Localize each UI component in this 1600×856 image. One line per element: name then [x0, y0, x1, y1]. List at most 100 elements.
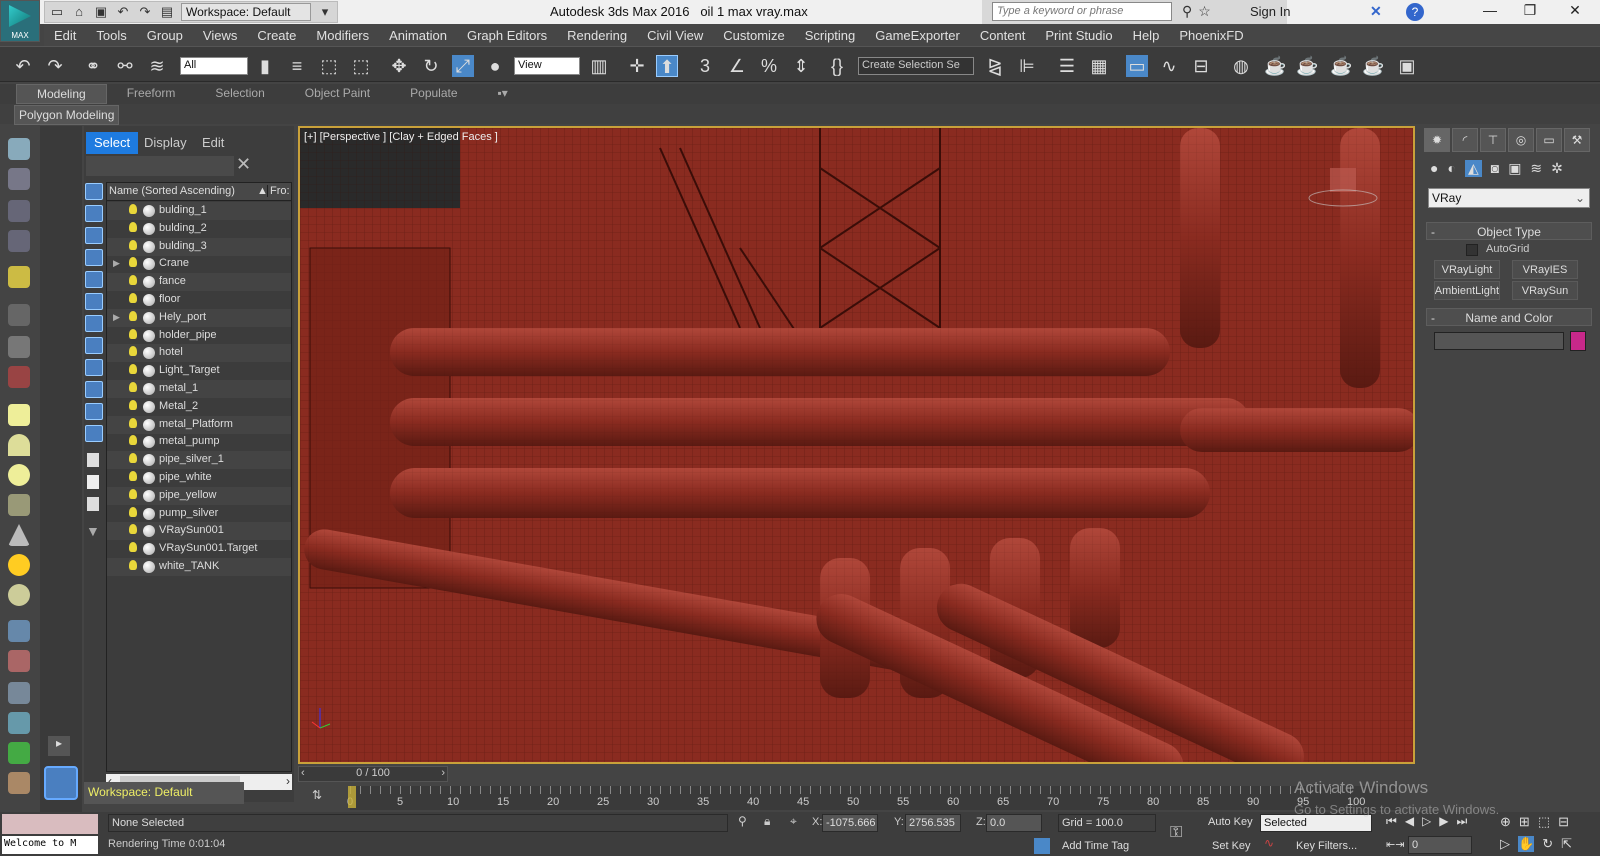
tangent-icon[interactable]: ∿ — [1264, 836, 1274, 850]
window-crossing-icon[interactable]: ⬚ — [350, 55, 372, 77]
maximize-viewport-icon[interactable]: ⇱ — [1561, 836, 1572, 852]
expand-arrow-icon[interactable]: ▸ — [48, 736, 70, 756]
explorer-row[interactable]: Light_Target — [107, 362, 291, 380]
maximize-button[interactable]: ❐ — [1510, 2, 1550, 22]
z-coordinate-field[interactable]: 0.0 — [986, 814, 1042, 832]
lights-category-icon[interactable]: ◭ — [1464, 160, 1482, 177]
camera-moon-icon[interactable] — [8, 336, 30, 358]
polygon-modeling-panel[interactable]: Polygon Modeling — [14, 105, 120, 125]
menu-help[interactable]: Help — [1123, 28, 1170, 43]
tab-freeform[interactable]: Freeform — [107, 84, 196, 104]
ribbon-options-icon[interactable]: ▪▾ — [478, 84, 528, 104]
object-color-swatch[interactable] — [1570, 331, 1586, 351]
time-slider[interactable]: ‹ 0 / 100 › — [298, 766, 448, 782]
filter-lights-icon[interactable] — [85, 227, 103, 244]
select-by-name-icon[interactable]: ≡ — [286, 55, 308, 77]
expand-icon[interactable]: ▶ — [113, 312, 120, 323]
keyboard-shortcut-override-icon[interactable]: ⬆ — [656, 55, 678, 77]
menu-tools[interactable]: Tools — [86, 28, 136, 43]
explorer-row[interactable]: fance — [107, 273, 291, 292]
column-name-header[interactable]: Name (Sorted Ascending) — [109, 185, 235, 197]
undo-icon[interactable]: ↶ — [115, 4, 131, 20]
tab-populate[interactable]: Populate — [390, 84, 477, 104]
display-none-icon[interactable] — [87, 475, 99, 489]
rendered-frame-window-icon[interactable]: ☕ — [1296, 55, 1318, 77]
visibility-bulb-icon[interactable] — [129, 435, 137, 446]
selection-lock-icon[interactable]: 🔒︎ — [764, 814, 770, 829]
select-object-icon[interactable]: ▮ — [254, 55, 276, 77]
menu-create[interactable]: Create — [247, 28, 306, 43]
material-editor-icon[interactable]: ◍ — [1230, 55, 1252, 77]
menu-edit[interactable]: Edit — [44, 28, 86, 43]
filter-funnel-icon[interactable]: ▼ — [86, 523, 100, 539]
object-type-rollout[interactable]: - Object Type — [1426, 222, 1592, 240]
visibility-bulb-icon[interactable] — [129, 275, 137, 286]
clear-search-icon[interactable]: ✕ — [236, 154, 251, 175]
exchange-icon[interactable]: ✕ — [1370, 3, 1382, 20]
current-frame-field[interactable]: 0 — [1408, 836, 1472, 854]
visibility-bulb-icon[interactable] — [129, 364, 137, 375]
menu-phoenixfd[interactable]: PhoenixFD — [1169, 28, 1253, 43]
menu-content[interactable]: Content — [970, 28, 1036, 43]
camera-icon[interactable] — [8, 304, 30, 326]
visibility-bulb-icon[interactable] — [129, 239, 137, 250]
set-key-button[interactable]: Set Key — [1212, 840, 1251, 852]
explorer-row[interactable]: metal_Platform — [107, 415, 291, 434]
orbit-icon[interactable]: ↻ — [1542, 836, 1553, 852]
curve-editor-icon[interactable]: ∿ — [1158, 55, 1180, 77]
scale-icon[interactable]: ⤢ — [452, 55, 474, 77]
visibility-bulb-icon[interactable] — [129, 257, 137, 268]
explorer-row[interactable]: holder_pipe — [107, 327, 291, 345]
search-input[interactable]: Type a keyword or phrase — [992, 2, 1172, 21]
spinner-snap-icon[interactable]: ⇕ — [790, 55, 812, 77]
prev-frame-icon[interactable]: ‹ — [301, 767, 305, 779]
vraylight-button[interactable]: VRayLight — [1434, 260, 1500, 279]
menu-modifiers[interactable]: Modifiers — [306, 28, 379, 43]
rectangle-selection-icon[interactable]: ⬚ — [318, 55, 340, 77]
motion-tab-icon[interactable]: ◎ — [1508, 128, 1534, 152]
particle-icon[interactable] — [8, 620, 30, 642]
explorer-row[interactable]: metal_pump — [107, 433, 291, 451]
infocenter-icons[interactable]: ⚲☆ — [1182, 3, 1217, 20]
isolate-selection-icon[interactable]: ⚲ — [738, 814, 747, 828]
zoom-extents-icon[interactable]: ⬚ — [1538, 814, 1550, 830]
filter-xrefs-icon[interactable] — [85, 337, 103, 354]
pivot-center-icon[interactable]: ▥ — [588, 55, 610, 77]
save-icon[interactable]: ▣ — [93, 4, 109, 20]
spacewarps-category-icon[interactable]: ≋ — [1530, 160, 1542, 177]
menu-print-studio[interactable]: Print Studio — [1035, 28, 1122, 43]
perspective-viewport[interactable]: [+] [Perspective ] [Clay + Edged Faces ] — [298, 126, 1415, 764]
visibility-bulb-icon[interactable] — [129, 524, 137, 535]
field-of-view-icon[interactable]: ▷ — [1500, 836, 1510, 852]
autogrid-checkbox[interactable] — [1466, 244, 1478, 256]
scroll-right-icon[interactable]: › — [286, 774, 290, 788]
app-logo[interactable]: MAX — [0, 0, 40, 42]
render-setup-icon[interactable]: ☕ — [1264, 55, 1286, 77]
menu-civil-view[interactable]: Civil View — [637, 28, 713, 43]
explorer-row[interactable]: metal_1 — [107, 380, 291, 398]
visibility-bulb-icon[interactable] — [129, 542, 137, 553]
new-file-icon[interactable]: ▭ — [49, 4, 65, 20]
explorer-row[interactable]: pipe_white — [107, 469, 291, 487]
filter-spacewarps-icon[interactable] — [85, 293, 103, 310]
visibility-bulb-icon[interactable] — [129, 204, 137, 214]
cameras-category-icon[interactable]: ◙ — [1491, 160, 1499, 177]
key-filters-button[interactable]: Key Filters... — [1296, 840, 1357, 852]
mirror-icon[interactable]: ⧎ — [984, 55, 1006, 77]
auto-key-button[interactable]: Auto Key — [1208, 816, 1253, 828]
qat-menu-icon[interactable]: ▾ — [317, 4, 333, 20]
current-frame-marker[interactable] — [348, 786, 356, 808]
explorer-row[interactable]: pipe_silver_1 — [107, 451, 291, 470]
sphere-light-icon[interactable] — [8, 464, 30, 486]
explorer-tab-select[interactable]: Select — [86, 132, 139, 154]
explorer-row[interactable]: VRaySun001.Target — [107, 540, 291, 558]
filter-frozen-icon[interactable] — [85, 403, 103, 420]
display-all-icon[interactable] — [87, 453, 99, 467]
project-folder-icon[interactable]: ▤ — [159, 4, 175, 20]
explorer-row[interactable]: ▶ Crane — [107, 255, 291, 273]
track-view-icon[interactable] — [8, 230, 30, 252]
explorer-row[interactable]: bulding_1 — [107, 202, 291, 220]
angle-snap-icon[interactable]: ∠ — [726, 55, 748, 77]
teapot-icon[interactable] — [8, 138, 30, 160]
zoom-icon[interactable]: ⊕ — [1500, 814, 1511, 830]
